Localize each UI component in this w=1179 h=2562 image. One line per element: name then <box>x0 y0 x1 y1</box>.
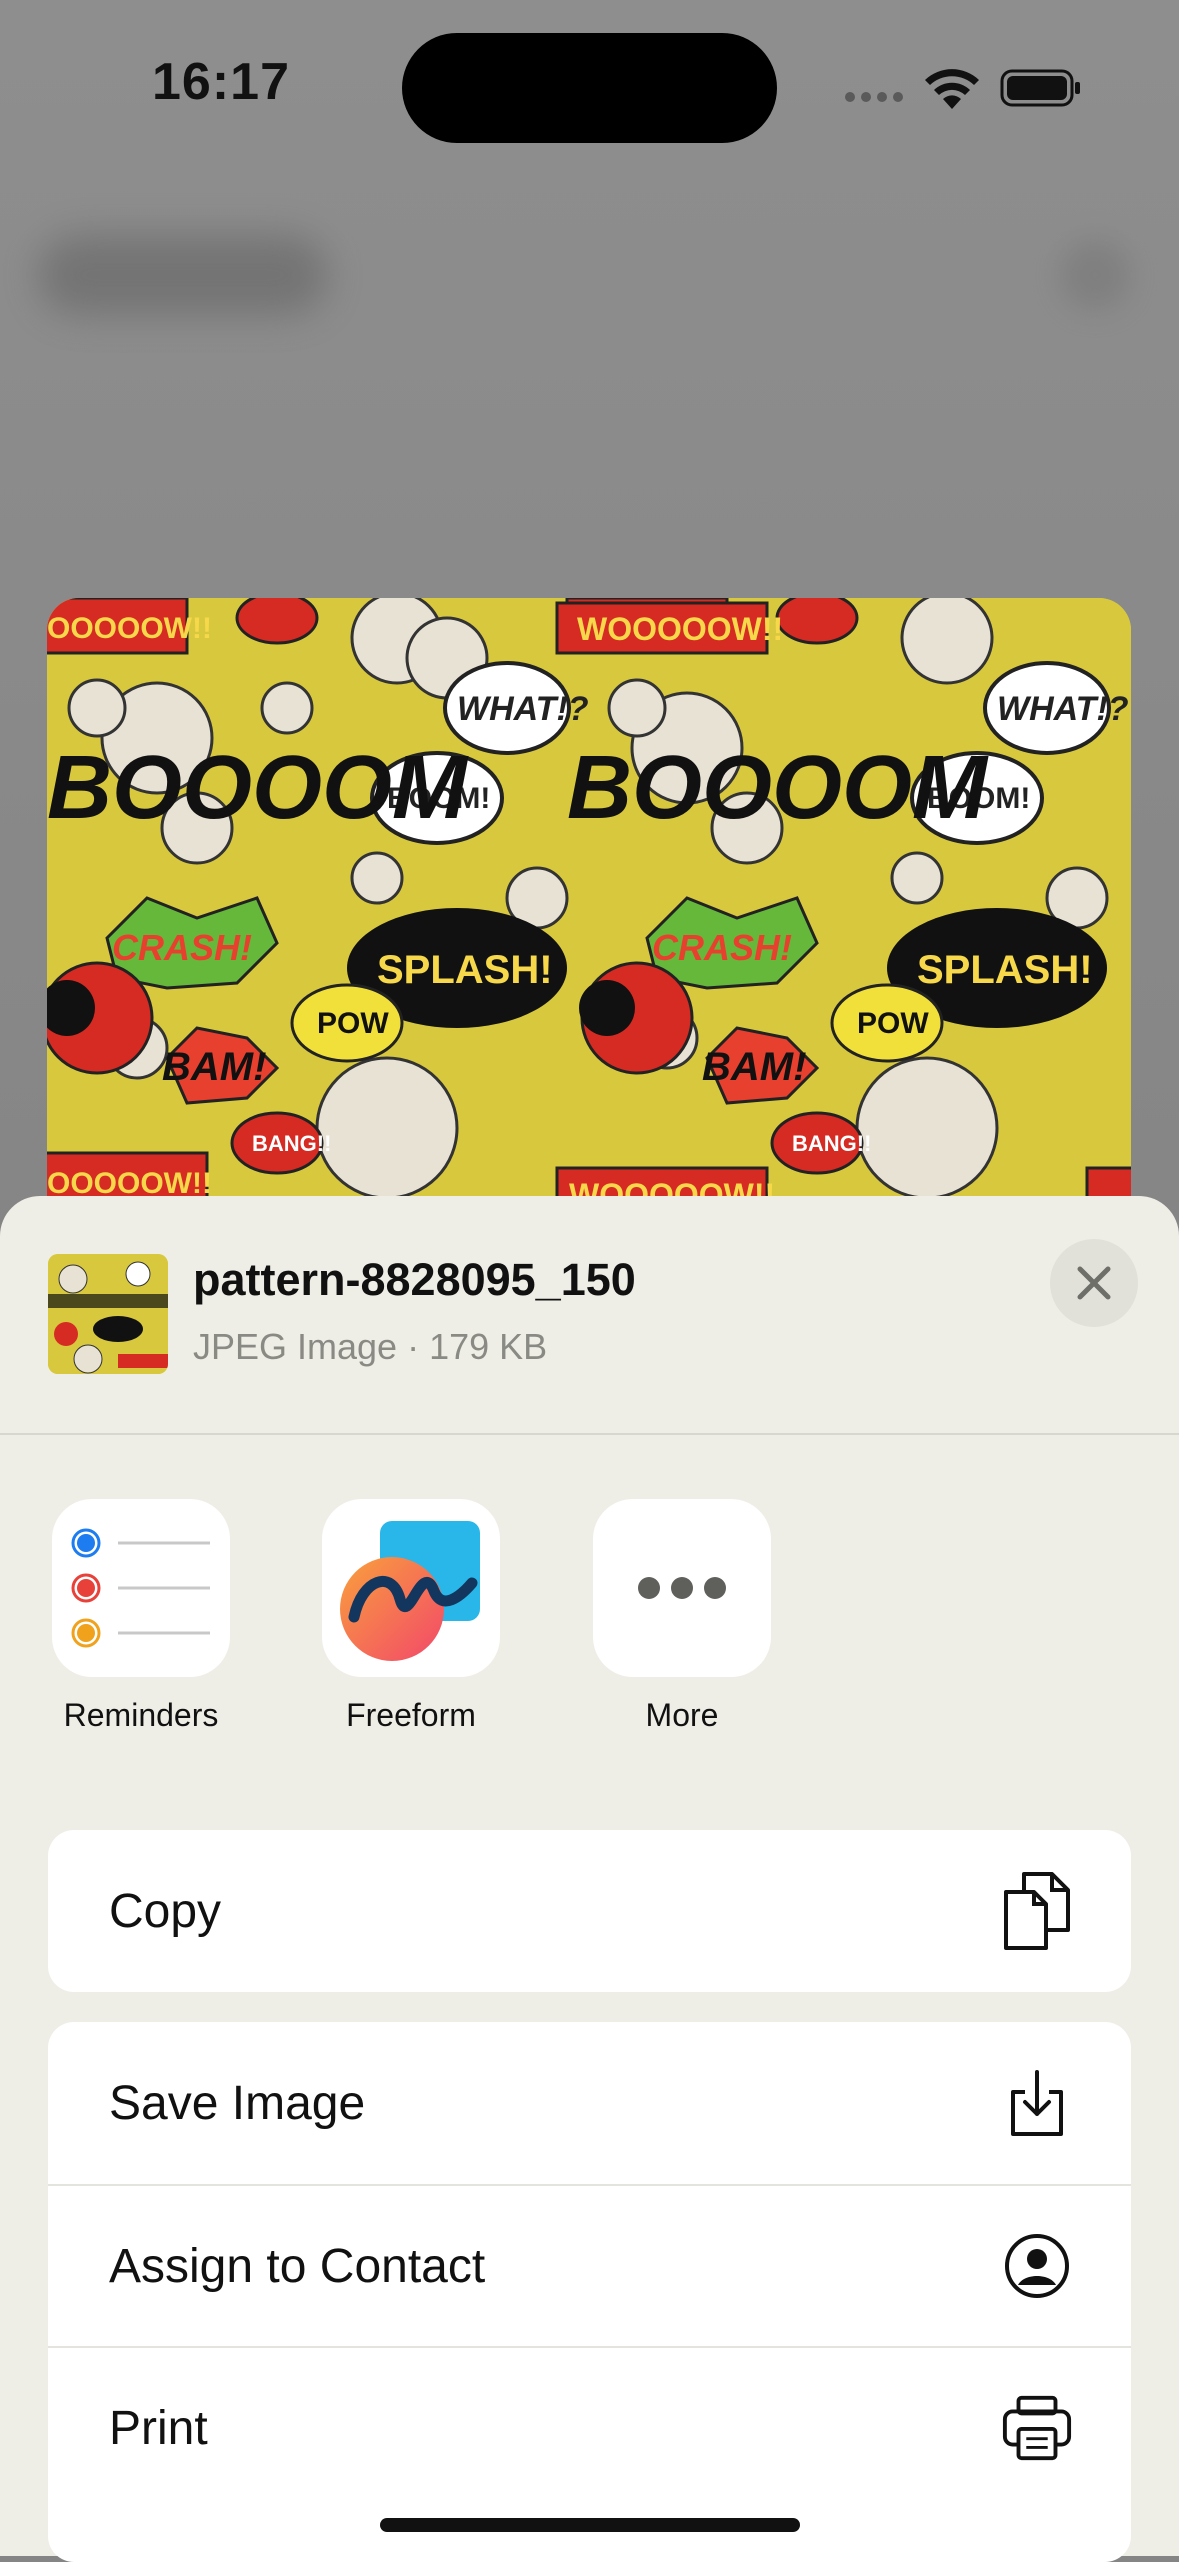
status-time: 16:17 <box>152 53 290 111</box>
svg-text:SPLASH!: SPLASH! <box>917 948 1093 992</box>
file-meta: JPEG Image · 179 KB <box>193 1326 548 1367</box>
copy-action[interactable]: Copy <box>48 1830 1131 1992</box>
svg-text:WHAT!?: WHAT!? <box>457 690 589 728</box>
copy-icon <box>1001 1870 1073 1952</box>
file-name: pattern-8828095_150 <box>193 1254 636 1305</box>
svg-text:BOOOOM: BOOOOM <box>567 738 989 838</box>
svg-text:BANG!!: BANG!! <box>792 1131 871 1156</box>
image-preview: WHAT!? WHAT!? BOOM! BOOM! BOOOOM BOOOOM … <box>47 598 1131 1238</box>
svg-text:SPLASH!: SPLASH! <box>377 948 553 992</box>
app-label-freeform: Freeform <box>346 1697 476 1733</box>
copy-group: Copy <box>48 1830 1131 1992</box>
svg-text:BAM!: BAM! <box>162 1045 266 1089</box>
svg-text:BOOOOM: BOOOOM <box>47 738 469 838</box>
home-indicator <box>380 2518 800 2532</box>
app-label-reminders: Reminders <box>63 1697 219 1733</box>
cellular-signal-icon <box>845 92 903 102</box>
wifi-icon <box>925 69 979 109</box>
share-sheet: pattern-8828095_150 JPEG Image · 179 KB … <box>0 1196 1179 2562</box>
svg-text:BANG!!: BANG!! <box>252 1131 331 1156</box>
svg-text:CRASH!: CRASH! <box>112 927 252 968</box>
battery-icon <box>1000 69 1080 107</box>
print-label: Print <box>109 2401 208 2455</box>
svg-text:WOOOOOW!!: WOOOOOW!! <box>577 611 783 647</box>
app-reminders[interactable]: Reminders <box>51 1499 231 1734</box>
save-image-label: Save Image <box>109 2076 366 2130</box>
svg-text:BAM!: BAM! <box>702 1045 806 1089</box>
assign-contact-label: Assign to Contact <box>109 2239 486 2293</box>
assign-contact-action[interactable]: Assign to Contact <box>48 2184 1131 2346</box>
download-icon <box>1001 2062 1073 2144</box>
app-label-more: More <box>645 1697 719 1733</box>
save-image-action[interactable]: Save Image <box>48 2022 1131 2184</box>
copy-label: Copy <box>109 1884 222 1938</box>
more-icon <box>593 1499 771 1677</box>
printer-icon <box>1001 2387 1073 2469</box>
app-freeform[interactable]: Freeform <box>321 1499 501 1734</box>
svg-text:OOOOOW!!: OOOOOW!! <box>47 612 212 645</box>
svg-text:WHAT!?: WHAT!? <box>997 690 1129 728</box>
dynamic-island <box>402 33 777 143</box>
print-action[interactable]: Print <box>48 2346 1131 2508</box>
close-button[interactable] <box>1050 1239 1138 1327</box>
file-thumbnail <box>48 1254 168 1374</box>
reminders-icon <box>52 1499 230 1677</box>
contact-icon <box>1001 2225 1073 2307</box>
svg-text:POW: POW <box>857 1007 929 1040</box>
svg-text:CRASH!: CRASH! <box>652 927 792 968</box>
freeform-icon <box>322 1499 500 1677</box>
svg-text:POW: POW <box>317 1007 389 1040</box>
app-more[interactable]: More <box>592 1499 772 1734</box>
blurred-button <box>1060 240 1130 310</box>
actions-group: Save Image Assign to Contact Print <box>48 2022 1131 2562</box>
header-divider <box>0 1433 1179 1435</box>
close-icon <box>1077 1266 1111 1300</box>
blurred-title <box>38 235 328 315</box>
